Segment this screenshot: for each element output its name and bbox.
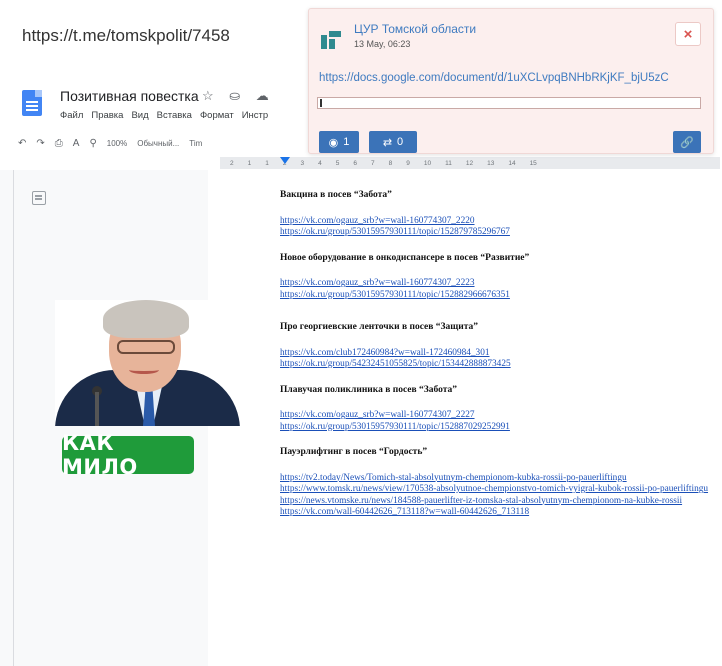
- spellcheck-icon[interactable]: A: [73, 138, 80, 149]
- ruler-tick: 2: [230, 159, 234, 167]
- section-heading: Новое оборудование в онкодиспансере в по…: [280, 252, 530, 263]
- ruler-tick: 5: [335, 159, 340, 167]
- ruler-tick: 1: [265, 159, 269, 167]
- section-heading: Про георгиевские ленточки в посев “Защит…: [280, 322, 479, 332]
- title-actions-icons[interactable]: ☆ ⛀ ☁: [202, 88, 275, 104]
- ruler-tick: 1: [247, 159, 252, 167]
- doc-link[interactable]: https://vk.com/ogauz_srb?w=wall-16077430…: [280, 278, 715, 290]
- ruler-tick: 8: [388, 159, 393, 167]
- doc-link[interactable]: https://vk.com/ogauz_srb?w=wall-16077430…: [280, 216, 715, 228]
- card-date: 13 May, 06:23: [354, 39, 411, 49]
- menu-format[interactable]: Формат: [200, 110, 234, 121]
- horizontal-ruler[interactable]: 2 1 1 2 3 4 5 6 7 8 9 10 11 12 13 14 15: [220, 157, 720, 169]
- ruler-tick: 12: [465, 159, 474, 167]
- docs-toolbar: ↶ ↷ ⎙ A ⚲ 100% Обычный... Tim: [18, 134, 318, 152]
- ruler-tick: 15: [529, 159, 537, 167]
- indent-marker-icon[interactable]: [280, 157, 290, 164]
- repost-icon: ⇄: [382, 136, 393, 149]
- paint-format-icon[interactable]: ⚲: [89, 138, 96, 149]
- link-button[interactable]: 🔗: [673, 131, 701, 153]
- card-url-link[interactable]: https://docs.google.com/document/d/1uXCL…: [319, 72, 711, 84]
- menu-view[interactable]: Вид: [131, 110, 148, 121]
- section-heading: Пауэрлифтинг в посев “Гордость”: [280, 447, 428, 457]
- link-icon: 🔗: [680, 136, 694, 149]
- eye-icon: ◉: [328, 136, 339, 149]
- doc-link[interactable]: https://vk.com/ogauz_srb?w=wall-16077430…: [280, 410, 715, 422]
- doc-link[interactable]: https://ok.ru/group/53015957930111/topic…: [280, 422, 715, 434]
- style-select[interactable]: Обычный...: [137, 139, 179, 148]
- document-title[interactable]: Позитивная повестка: [60, 88, 199, 104]
- ruler-tick: 7: [371, 159, 375, 167]
- reposts-button[interactable]: ⇄ 0: [369, 131, 417, 153]
- doc-link[interactable]: https://ok.ru/group/53015957930111/topic…: [280, 290, 715, 302]
- portrait-photo: [55, 300, 240, 426]
- reposts-count: 0: [397, 136, 404, 148]
- vertical-ruler[interactable]: [0, 170, 14, 666]
- doc-link[interactable]: https://tv2.today/News/Tomich-stal-absol…: [280, 473, 715, 485]
- zoom-select[interactable]: 100%: [107, 139, 127, 148]
- redo-icon[interactable]: ↷: [36, 138, 44, 149]
- source-url: https://t.me/tomskpolit/7458: [22, 26, 230, 45]
- views-count: 1: [343, 136, 350, 148]
- views-button[interactable]: ◉ 1: [319, 131, 359, 153]
- menu-file[interactable]: Файл: [60, 110, 83, 121]
- ruler-tick: 14: [508, 159, 516, 167]
- ruler-tick: 9: [406, 159, 410, 167]
- source-logo-icon: [321, 31, 343, 49]
- document-outline-icon[interactable]: [32, 191, 46, 205]
- ruler-tick: 10: [423, 159, 432, 167]
- doc-link[interactable]: https://www.tomsk.ru/news/view/170538-ab…: [280, 484, 715, 496]
- sticker-label: КАК МИЛО: [62, 431, 194, 479]
- ruler-tick: 3: [300, 159, 305, 167]
- doc-link[interactable]: https://ok.ru/group/54232451055825/topic…: [280, 359, 715, 371]
- doc-link[interactable]: https://news.vtomske.ru/news/184588-paue…: [280, 496, 715, 508]
- section-heading: Плавучая поликлиника в посев “Забота”: [280, 384, 458, 395]
- ruler-tick: 11: [445, 159, 452, 167]
- link-preview-card: ЦУР Томской области 13 May, 06:23 × http…: [308, 8, 714, 154]
- close-button[interactable]: ×: [675, 22, 701, 46]
- ruler-tick: 4: [318, 159, 322, 167]
- doc-link[interactable]: https://vk.com/club172460984?w=wall-1724…: [280, 348, 715, 360]
- document-body[interactable]: Вакцина в посев “Забота” https://vk.com/…: [280, 190, 715, 519]
- menu-insert[interactable]: Вставка: [157, 110, 192, 121]
- print-icon[interactable]: ⎙: [55, 138, 63, 149]
- doc-link[interactable]: https://ok.ru/group/53015957930111/topic…: [280, 227, 715, 239]
- ruler-tick: 13: [487, 159, 495, 167]
- font-select[interactable]: Tim: [189, 139, 202, 148]
- card-text-field[interactable]: [317, 97, 701, 109]
- docs-logo-icon[interactable]: [22, 90, 42, 116]
- card-source-name[interactable]: ЦУР Томской области: [354, 22, 476, 36]
- docs-menu-bar: Файл Правка Вид Вставка Формат Инстр: [60, 110, 268, 121]
- undo-icon[interactable]: ↶: [18, 138, 26, 149]
- doc-link[interactable]: https://vk.com/wall-60442626_713118?w=wa…: [280, 507, 715, 519]
- menu-edit[interactable]: Правка: [91, 110, 123, 121]
- menu-tools[interactable]: Инстр: [242, 110, 268, 121]
- ruler-tick: 6: [353, 159, 357, 167]
- section-heading: Вакцина в посев “Забота”: [280, 190, 392, 200]
